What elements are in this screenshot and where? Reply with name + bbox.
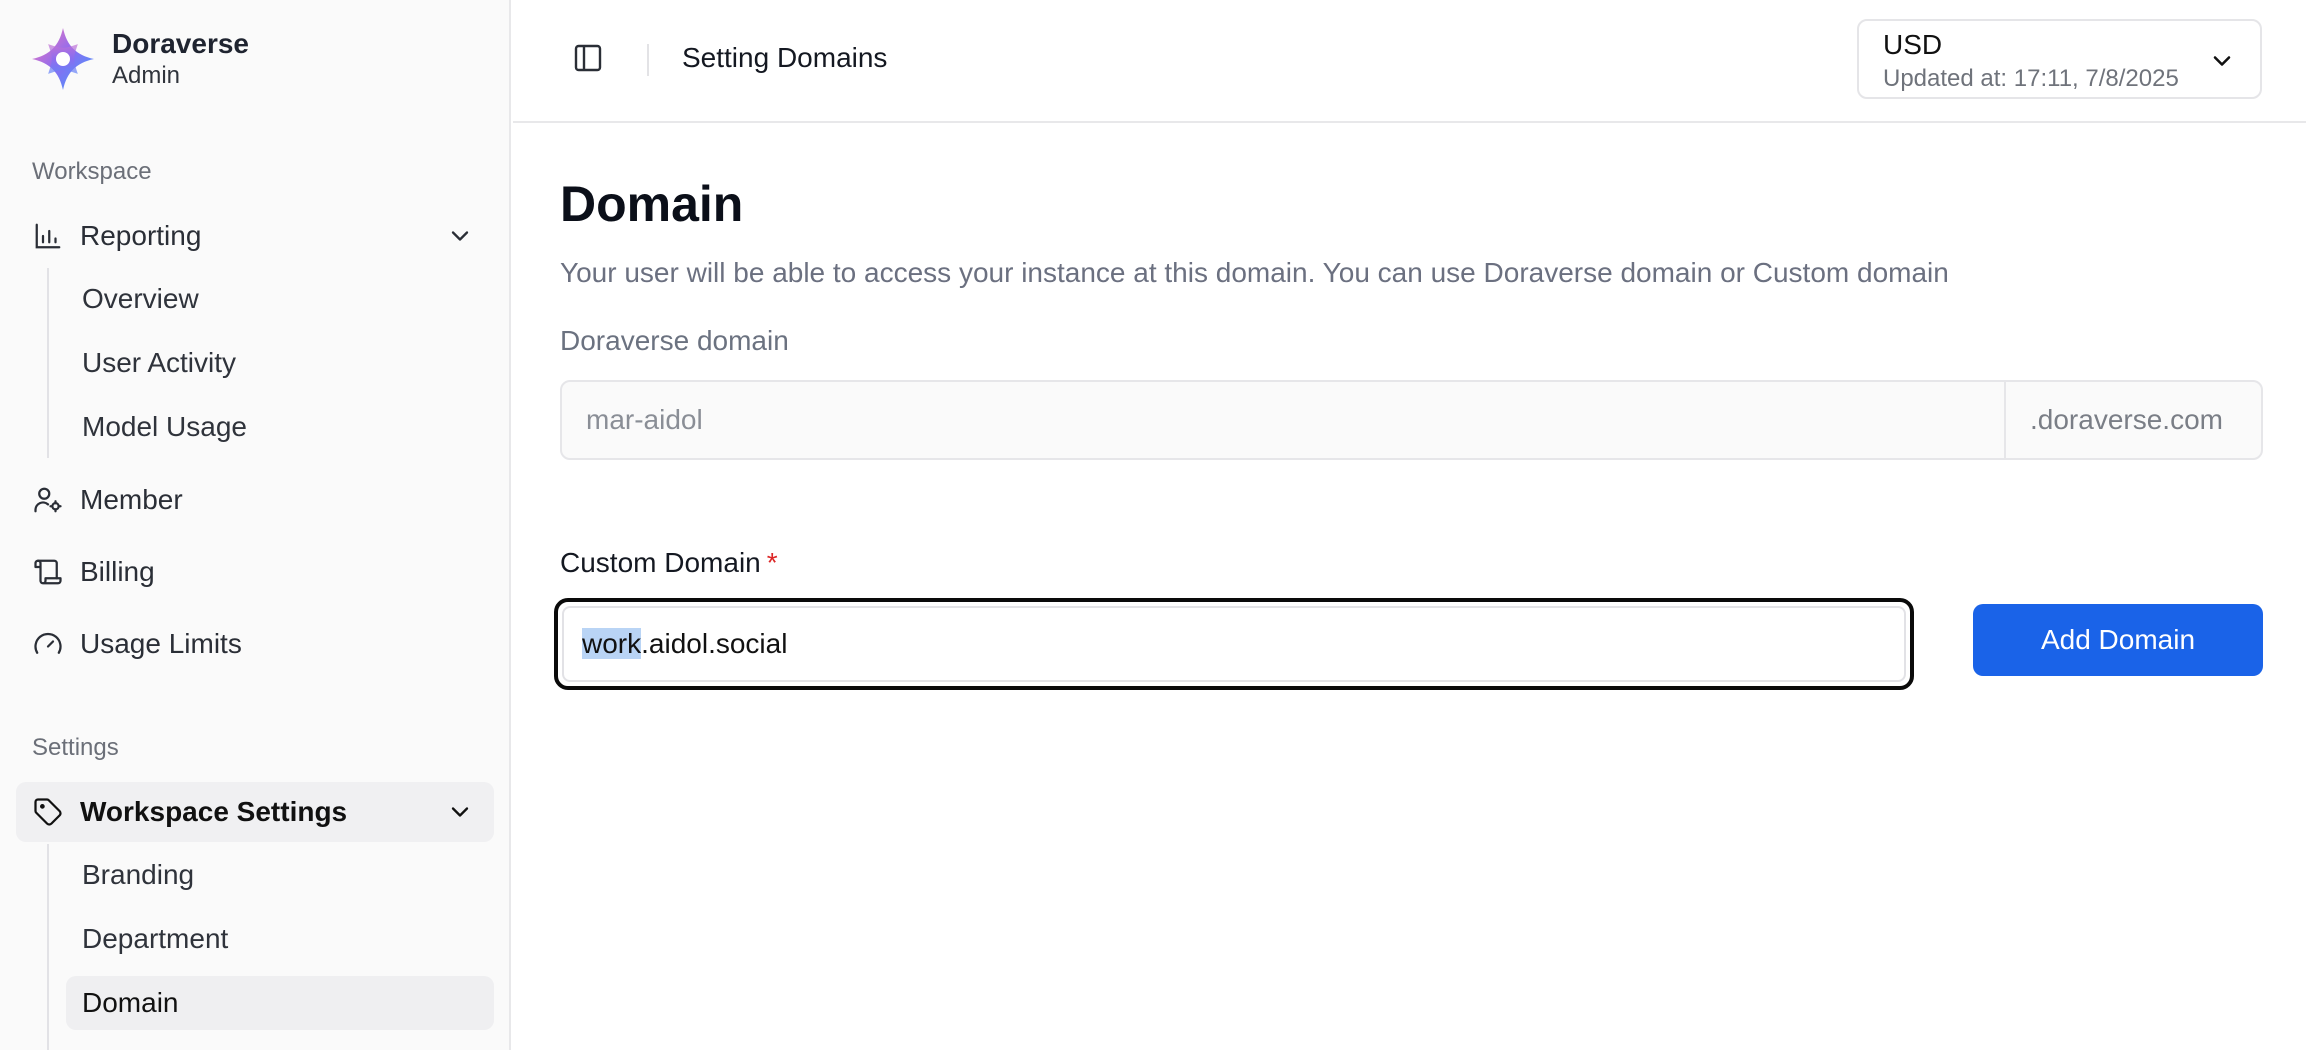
sidebar-item-user-activity[interactable]: User Activity bbox=[66, 336, 494, 390]
user-cog-icon bbox=[32, 484, 64, 516]
currency-updated-at: Updated at: 17:11, 7/8/2025 bbox=[1883, 65, 2179, 92]
sidebar-item-member[interactable]: Member bbox=[16, 470, 494, 530]
unselected-text: .aidol.social bbox=[641, 628, 788, 659]
sidebar-item-label: Billing bbox=[80, 556, 155, 587]
bar-chart-icon bbox=[32, 220, 64, 252]
sidebar-item-reporting[interactable]: Reporting bbox=[16, 206, 494, 266]
page-title: Domain bbox=[560, 176, 744, 232]
sidebar-item-model-usage[interactable]: Model Usage bbox=[66, 400, 494, 454]
sidebar-item-usage-limits[interactable]: Usage Limits bbox=[16, 614, 494, 674]
sidebar-item-overview[interactable]: Overview bbox=[66, 272, 494, 326]
gauge-icon bbox=[32, 628, 64, 660]
selected-text: work bbox=[582, 628, 642, 659]
doraverse-logo-icon bbox=[32, 28, 94, 90]
doraverse-domain-field: mar-aidol .doraverse.com bbox=[560, 380, 2263, 460]
add-domain-button[interactable]: Add Domain bbox=[1973, 604, 2263, 676]
brand-name: Doraverse bbox=[112, 28, 249, 59]
top-bar: Setting Domains USD Updated at: 17:11, 7… bbox=[513, 0, 2306, 123]
sidebar-item-label: Usage Limits bbox=[80, 628, 242, 659]
doraverse-domain-label: Doraverse domain bbox=[560, 325, 789, 356]
custom-domain-input[interactable]: work.aidol.social bbox=[554, 598, 1914, 690]
panel-left-icon bbox=[574, 44, 602, 72]
tag-icon bbox=[32, 796, 64, 828]
scroll-icon bbox=[32, 556, 64, 588]
chevron-down-icon bbox=[2213, 56, 2231, 66]
sidebar-item-department[interactable]: Department bbox=[66, 912, 494, 966]
brand-role: Admin bbox=[112, 62, 181, 89]
chevron-down-icon[interactable] bbox=[446, 798, 474, 826]
sidebar-item-label: Member bbox=[80, 484, 183, 515]
sidebar-item-branding[interactable]: Branding bbox=[66, 848, 494, 902]
section-label-workspace: Workspace bbox=[32, 158, 152, 185]
sidebar: Doraverse Admin Workspace Reporting Over… bbox=[0, 0, 511, 1050]
sidebar-item-label: Workspace Settings bbox=[80, 796, 348, 827]
divider bbox=[647, 44, 649, 76]
page-description: Your user will be able to access your in… bbox=[560, 257, 1949, 288]
currency-select[interactable]: USD Updated at: 17:11, 7/8/2025 bbox=[1857, 19, 2262, 99]
chevron-down-icon[interactable] bbox=[446, 222, 474, 250]
custom-domain-label-text: Custom Domain bbox=[560, 547, 761, 578]
submenu-line bbox=[47, 844, 49, 1050]
currency-code: USD bbox=[1883, 29, 1943, 60]
required-mark: * bbox=[766, 547, 778, 578]
sidebar-item-workspace-settings[interactable]: Workspace Settings bbox=[16, 782, 494, 842]
page-header-title: Setting Domains bbox=[682, 42, 888, 73]
sidebar-item-billing[interactable]: Billing bbox=[16, 542, 494, 602]
submenu-line bbox=[47, 268, 49, 458]
custom-domain-value[interactable]: work.aidol.social bbox=[582, 628, 787, 660]
sidebar-toggle-button[interactable] bbox=[568, 38, 608, 78]
custom-domain-label: Custom Domain * bbox=[560, 547, 778, 579]
doraverse-domain-value: mar-aidol bbox=[586, 404, 703, 435]
doraverse-domain-suffix: .doraverse.com bbox=[2004, 382, 2261, 458]
sidebar-item-label: Reporting bbox=[80, 220, 202, 251]
sidebar-item-domain[interactable]: Domain bbox=[66, 976, 494, 1030]
main-content: Domain Your user will be able to access … bbox=[513, 125, 2306, 1050]
brand[interactable]: Doraverse Admin bbox=[30, 26, 249, 92]
section-label-settings: Settings bbox=[32, 734, 119, 761]
